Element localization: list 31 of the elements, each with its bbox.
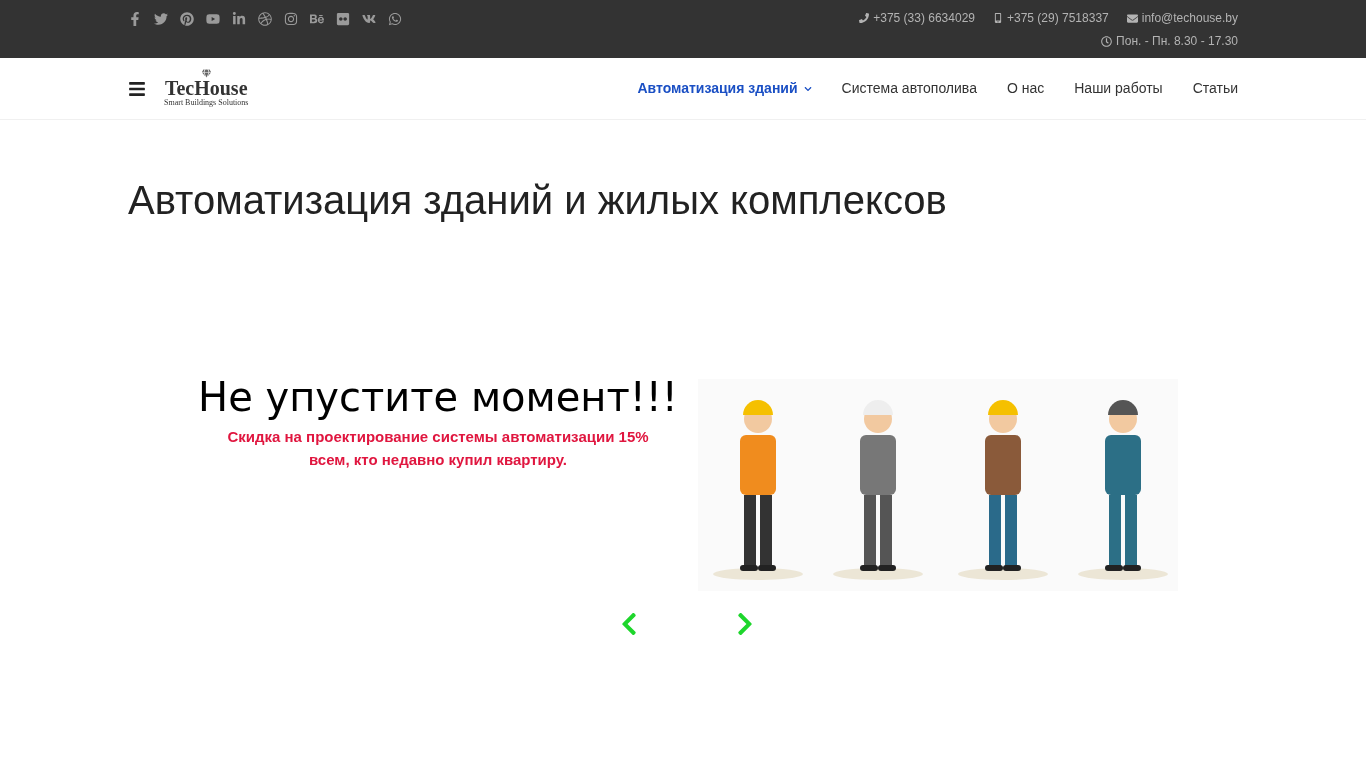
- menu-icon[interactable]: [128, 79, 146, 98]
- clock-icon: [1101, 35, 1113, 47]
- phone-icon: [859, 13, 870, 23]
- envelope-icon: [1126, 12, 1138, 24]
- phone-number: +375 (33) 6634029: [873, 10, 975, 27]
- nav-link[interactable]: Статьи: [1192, 78, 1238, 99]
- slide-text: Скидка на проектирование системы автоматизации 15% всем, кто недавно купил квартиру.: [226, 427, 650, 470]
- camera-icon[interactable]: [284, 12, 298, 26]
- chevron-down-icon: [803, 84, 812, 93]
- logo-wordmark[interactable]: TecHouse: [164, 78, 248, 98]
- vk-letters-icon[interactable]: [362, 12, 376, 26]
- nav-link[interactable]: О нас: [1006, 78, 1045, 99]
- play-icon[interactable]: [206, 12, 220, 26]
- nav-link[interactable]: Наши работы: [1074, 78, 1163, 99]
- page-title: Автоматизация зданий и жилых комплексов: [128, 177, 948, 224]
- logo-tagline: Smart Buildings Solutions: [164, 98, 249, 108]
- mobile-phone-icon: [993, 13, 1003, 23]
- email-link[interactable]: info@techouse.by: [1141, 9, 1238, 27]
- letter-f-icon[interactable]: [128, 12, 142, 26]
- working-hours: Пон. - Пн. 8.30 - 17.30: [1116, 33, 1238, 50]
- nav-link[interactable]: Автоматизация зданий: [637, 78, 812, 99]
- phone-bubble-icon[interactable]: [388, 12, 402, 26]
- in-letters-icon[interactable]: [232, 12, 246, 26]
- diamond-icon: [201, 69, 211, 78]
- two-dots-icon[interactable]: [336, 12, 350, 26]
- slide-title: Не упустите момент!!!: [198, 375, 678, 419]
- round-p-icon[interactable]: [180, 12, 194, 26]
- be-letters-icon[interactable]: [310, 12, 324, 26]
- bird-icon[interactable]: [154, 12, 168, 26]
- nav-link[interactable]: Система автополива: [841, 78, 977, 99]
- mobile-number: +375 (29) 7518337: [1007, 10, 1109, 27]
